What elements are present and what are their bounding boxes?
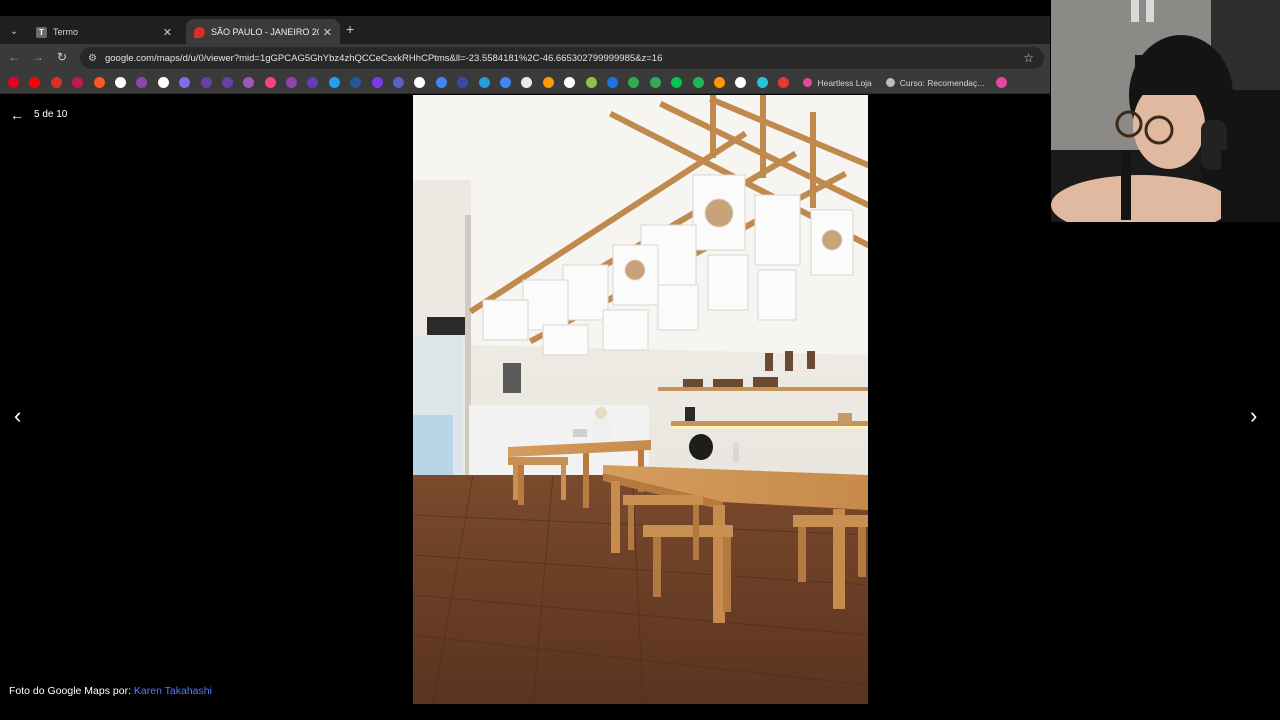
- next-photo-icon[interactable]: ›: [1250, 403, 1257, 429]
- bookmark-icon[interactable]: [628, 77, 640, 88]
- forward-icon[interactable]: →: [30, 50, 46, 64]
- bookmark-icon[interactable]: [564, 77, 576, 88]
- tab-sao-paulo[interactable]: SÃO PAULO - JANEIRO 2026 - G ✕: [186, 19, 340, 45]
- bookmark-icon[interactable]: [521, 77, 533, 88]
- new-tab-button[interactable]: +: [346, 21, 354, 37]
- tab-search-chevron-icon[interactable]: ⌄: [4, 21, 24, 41]
- tab-title: Termo: [53, 27, 79, 37]
- site-settings-icon[interactable]: ⚙: [88, 53, 97, 64]
- back-arrow-icon[interactable]: ←: [10, 107, 24, 123]
- bookmark-icon[interactable]: [200, 77, 212, 88]
- credit-prefix: Foto do Google Maps por:: [9, 685, 131, 697]
- bookmark-icon[interactable]: [435, 77, 447, 88]
- bookmark-label: Curso: Recomendaç...: [899, 77, 985, 88]
- bookmark-icon[interactable]: [72, 77, 84, 88]
- bookmark-icon[interactable]: [307, 77, 319, 88]
- bookmark-icon[interactable]: [221, 77, 233, 88]
- bookmark-icon[interactable]: [29, 77, 41, 88]
- browser-tab-strip: ⌄ T Termo ✕ SÃO PAULO - JANEIRO 2026 - G…: [0, 0, 1050, 45]
- previous-photo-icon[interactable]: ‹: [14, 403, 21, 429]
- bookmark-icon[interactable]: [114, 77, 126, 88]
- bookmark-icon[interactable]: [393, 77, 405, 88]
- address-bar[interactable]: ⚙ google.com/maps/d/u/0/viewer?mid=1gGPC…: [80, 47, 1044, 69]
- cafe-interior-photo: [413, 95, 868, 704]
- bookmark-icon[interactable]: [286, 77, 298, 88]
- bookmarks-bar: Heartless Loja Curso: Recomendaç...: [0, 72, 1050, 94]
- bookmark-icon[interactable]: [457, 77, 469, 88]
- bookmark-icon[interactable]: [8, 77, 19, 88]
- bookmark-icon[interactable]: [606, 77, 618, 88]
- fingerprint-icon: [885, 78, 895, 87]
- heart-icon: [803, 78, 813, 87]
- browser-toolbar: ← → ↻ ⚙ google.com/maps/d/u/0/viewer?mid…: [0, 44, 1050, 72]
- bookmark-icon[interactable]: [649, 77, 661, 88]
- bookmark-icon[interactable]: [585, 77, 597, 88]
- bookmark-icon[interactable]: [93, 77, 105, 88]
- bookmark-icon[interactable]: [713, 77, 725, 88]
- bookmark-icon[interactable]: [735, 77, 747, 88]
- bookmark-heartless-loja[interactable]: Heartless Loja: [803, 77, 872, 88]
- maps-pin-icon: [194, 26, 205, 38]
- termo-favicon-icon: T: [36, 26, 47, 38]
- bookmark-icon[interactable]: [264, 77, 276, 88]
- back-icon[interactable]: ←: [6, 50, 22, 64]
- tab-termo[interactable]: T Termo ✕: [28, 19, 180, 45]
- bookmark-icon[interactable]: [671, 77, 683, 88]
- bookmark-icon[interactable]: [756, 77, 768, 88]
- bookmark-icon[interactable]: [778, 77, 790, 88]
- bookmark-icon[interactable]: [499, 77, 511, 88]
- photo-credit: Foto do Google Maps por: Karen Takahashi: [9, 685, 212, 697]
- bookmark-icon[interactable]: [542, 77, 554, 88]
- close-tab-icon[interactable]: ✕: [163, 26, 172, 39]
- bookmark-icon[interactable]: [50, 77, 62, 88]
- bookmark-icon[interactable]: [414, 77, 426, 88]
- tab-title: SÃO PAULO - JANEIRO 2026 - G: [211, 27, 319, 37]
- reload-icon[interactable]: ↻: [54, 50, 70, 64]
- credit-author-link[interactable]: Karen Takahashi: [134, 685, 212, 697]
- bookmark-icon[interactable]: [328, 77, 340, 88]
- bookmark-label: Heartless Loja: [817, 77, 872, 88]
- bookmark-icon[interactable]: [136, 77, 148, 88]
- bookmark-icon[interactable]: [350, 77, 362, 88]
- bookmark-icon[interactable]: [371, 77, 383, 88]
- bookmark-icon[interactable]: [692, 77, 704, 88]
- bookmark-curso[interactable]: Curso: Recomendaç...: [885, 77, 985, 88]
- bookmark-icon[interactable]: [478, 77, 490, 88]
- url-text[interactable]: google.com/maps/d/u/0/viewer?mid=1gGPCAG…: [105, 53, 1023, 64]
- bookmark-icon[interactable]: [243, 77, 255, 88]
- bookmark-icon[interactable]: [996, 77, 1008, 88]
- bookmark-star-icon[interactable]: ☆: [1023, 51, 1034, 65]
- close-tab-icon[interactable]: ✕: [323, 26, 332, 39]
- photo-counter: 5 de 10: [34, 109, 68, 120]
- bookmark-icon[interactable]: [157, 77, 169, 88]
- webcam-overlay: [1051, 0, 1280, 222]
- bookmark-icon[interactable]: [179, 77, 191, 88]
